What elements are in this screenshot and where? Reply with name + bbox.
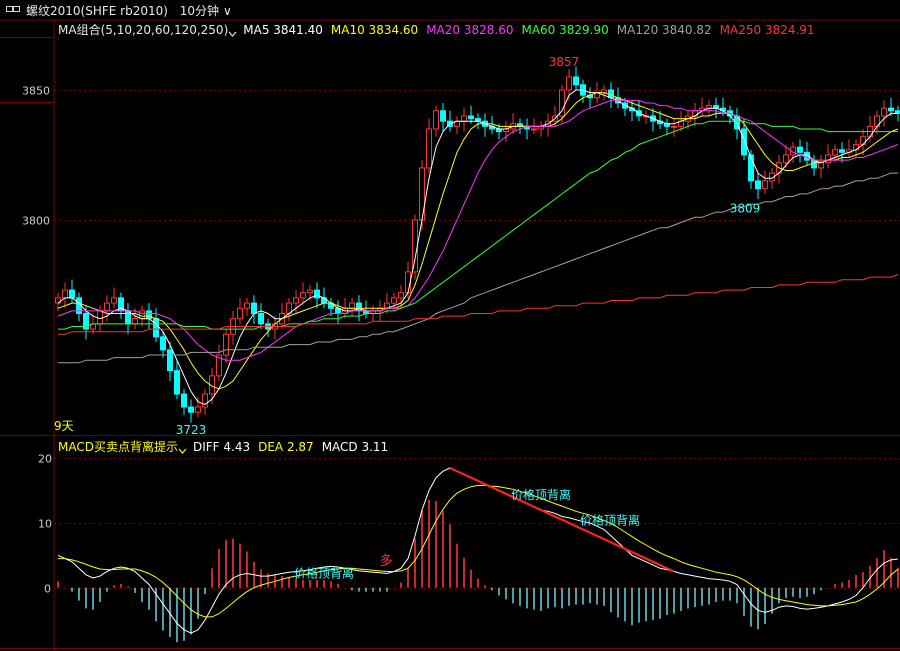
candle-body — [860, 136, 866, 146]
candle-body — [314, 289, 320, 299]
candle-body — [825, 154, 831, 164]
candle-body — [188, 406, 194, 413]
candle-body — [748, 154, 754, 182]
candle-body — [832, 149, 838, 156]
candle-body — [153, 318, 159, 338]
candle-body — [608, 89, 614, 99]
candle-body — [818, 162, 824, 169]
buy-signal-label: 多 — [379, 553, 392, 569]
candle-body — [62, 289, 68, 299]
divergence-line — [449, 466, 675, 573]
candle-body — [468, 115, 474, 120]
candle-body — [300, 292, 306, 299]
candle-body — [251, 302, 257, 314]
candle-body — [244, 302, 250, 309]
divergence-label: 价格顶背离 — [580, 512, 640, 527]
candle-body — [412, 219, 418, 273]
candle-body — [797, 146, 803, 153]
candle-body — [531, 128, 537, 131]
candle-body — [174, 370, 180, 395]
ma-line-ma250 — [58, 274, 899, 335]
candle-body — [783, 154, 789, 164]
macd-tick-label: 0 — [44, 583, 51, 596]
candle-body — [398, 292, 404, 299]
candle-body — [167, 349, 173, 372]
candle-body — [888, 107, 894, 112]
swing-low-label: 3809 — [730, 202, 761, 216]
candle-body — [237, 307, 243, 320]
divergence-label: 价格顶背离 — [511, 487, 571, 502]
ma-line-ma120 — [58, 172, 898, 364]
candles — [55, 66, 900, 423]
candle-body — [811, 159, 817, 169]
ma-line-ma20 — [57, 99, 899, 361]
candle-body — [566, 76, 572, 91]
candle-body — [111, 297, 117, 304]
candle-body — [881, 107, 887, 117]
candle-body — [202, 393, 208, 408]
candle-body — [307, 289, 313, 294]
candle-body — [258, 312, 264, 325]
candle-body — [104, 302, 110, 312]
macd-tick-label: 10 — [38, 518, 52, 531]
macd-histogram — [57, 499, 899, 643]
divergence-label: 价格顶背离 — [294, 565, 354, 580]
candle-body — [741, 128, 747, 156]
candle-body — [440, 110, 446, 122]
candle-body — [356, 302, 362, 312]
ma-line-ma60 — [58, 120, 898, 330]
candle-body — [160, 336, 166, 351]
candle-body — [426, 128, 432, 169]
low-price-label: 3723 — [176, 423, 207, 437]
candle-body — [139, 310, 145, 320]
candle-body — [391, 297, 397, 304]
candle-body — [755, 180, 761, 190]
candle-body — [97, 310, 103, 325]
macd-tick-label: 20 — [38, 453, 52, 466]
price-chart[interactable]: 38003850010203857372338099天多价格顶背离价格顶背离价格… — [0, 0, 900, 651]
price-tick-label: 3850 — [22, 85, 50, 98]
candle-body — [293, 297, 299, 304]
high-price-label: 3857 — [549, 55, 580, 69]
candle-body — [762, 180, 768, 190]
candle-body — [671, 125, 677, 128]
price-tick-label: 3800 — [22, 215, 50, 228]
candle-body — [69, 289, 75, 299]
candle-body — [349, 302, 355, 309]
candle-body — [461, 115, 467, 122]
candle-body — [146, 310, 152, 320]
day-marker-label: 9天 — [54, 419, 74, 433]
candle-body — [573, 76, 579, 86]
candle-body — [433, 110, 439, 130]
candle-body — [195, 406, 201, 413]
candle-body — [839, 149, 845, 153]
candle-body — [223, 333, 229, 356]
candle-body — [132, 318, 138, 325]
candle-body — [181, 393, 187, 408]
